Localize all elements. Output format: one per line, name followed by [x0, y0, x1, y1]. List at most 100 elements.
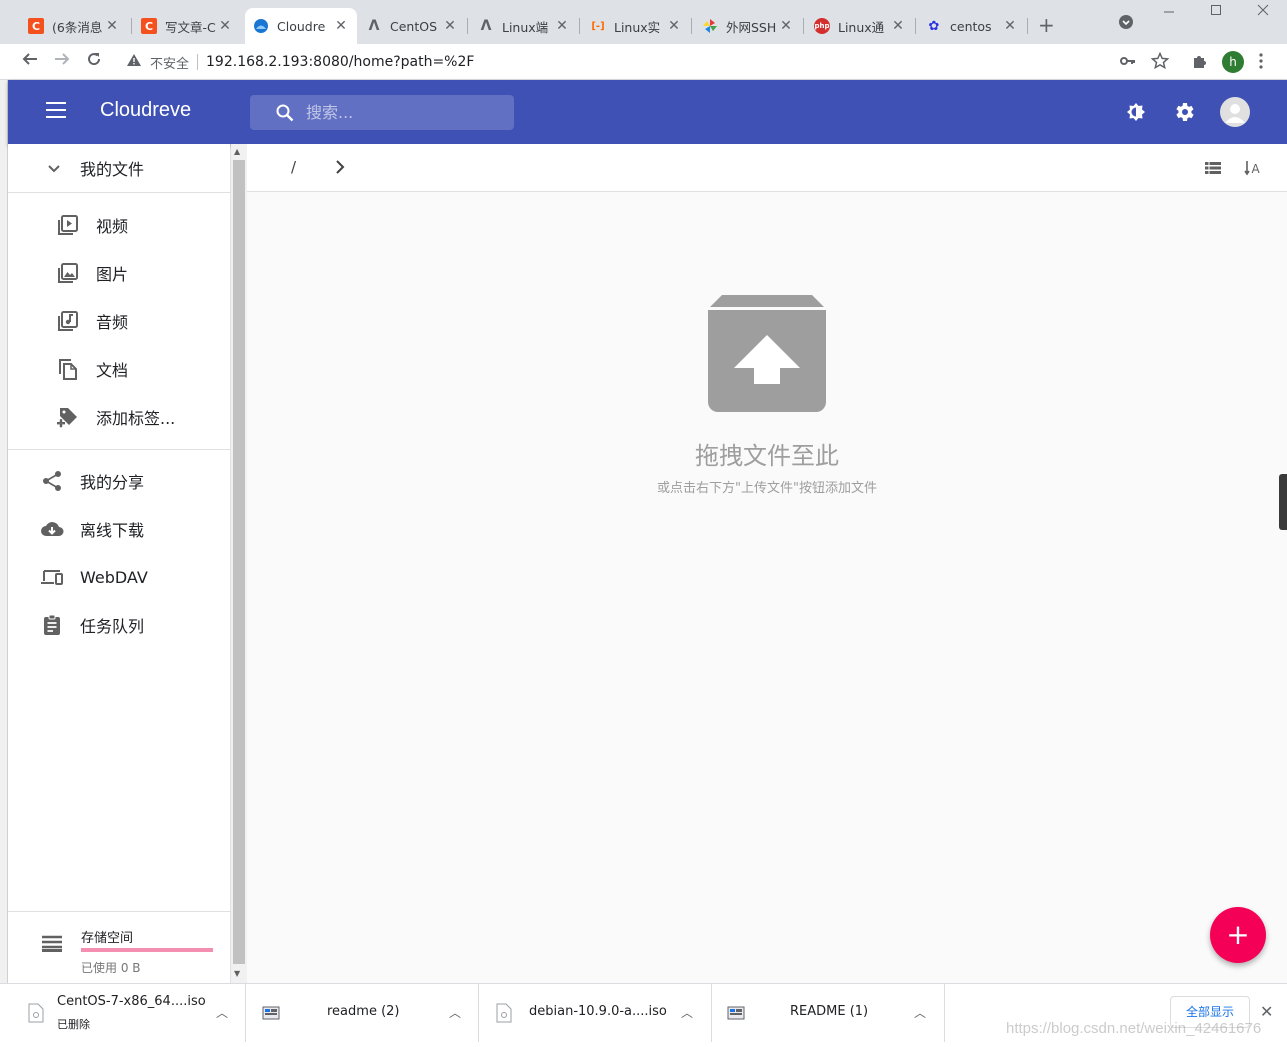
back-icon[interactable]	[18, 50, 42, 73]
user-avatar-icon[interactable]	[1220, 97, 1250, 127]
devices-icon	[41, 570, 63, 585]
app-header: Cloudreve	[8, 80, 1287, 144]
breadcrumb-root[interactable]: /	[291, 158, 296, 176]
baidu-favicon-icon: ✿	[928, 18, 940, 34]
storage-icon	[42, 935, 62, 952]
download-item[interactable]: README (1) ︿	[712, 984, 945, 1042]
sidebar-item-my-files[interactable]: 我的文件	[8, 144, 230, 192]
close-icon[interactable]: ✕	[890, 18, 906, 34]
empty-subtitle: 或点击右下方"上传文件"按钮添加文件	[657, 481, 877, 496]
watermark: https://blog.csdn.net/weixin_42461676	[1006, 1020, 1262, 1037]
photo-library-icon	[58, 263, 78, 283]
settings-gear-icon[interactable]	[1172, 100, 1196, 124]
browser-tab[interactable]: ✿ centos ✕	[918, 8, 1026, 44]
download-item[interactable]: readme (2) ︿	[246, 984, 479, 1042]
chevron-up-icon[interactable]: ︿	[914, 1004, 926, 1021]
search-box[interactable]	[250, 95, 514, 130]
bookmark-star-icon[interactable]	[1150, 51, 1170, 74]
close-icon[interactable]: ✕	[442, 18, 458, 34]
sidebar-item-my-shares[interactable]: 我的分享	[8, 457, 230, 505]
chevron-right-icon[interactable]	[333, 158, 347, 176]
sidebar-item-music[interactable]: 音频	[8, 297, 230, 345]
insecure-label[interactable]: 不安全	[150, 53, 189, 72]
tab-title: Linux端	[502, 19, 549, 35]
list-view-icon[interactable]	[1203, 158, 1223, 178]
close-icon[interactable]: ✕	[666, 18, 682, 34]
sidebar-item-label: 图片	[96, 265, 129, 284]
extensions-icon[interactable]	[1191, 52, 1209, 74]
address-bar[interactable]: 不安全 192.168.2.193:8080/home?path=%2F	[116, 48, 1180, 76]
sidebar-item-webdav[interactable]: WebDAV	[8, 553, 230, 601]
window-close-icon[interactable]	[1257, 4, 1269, 20]
theme-toggle-icon[interactable]	[1124, 100, 1148, 124]
close-icon[interactable]: ✕	[554, 18, 570, 34]
browser-tab[interactable]: ᐱ Linux端 ✕	[470, 8, 578, 44]
sidebar-item-label: 文档	[96, 361, 129, 380]
browser-tab[interactable]: [-] Linux实 ✕	[582, 8, 690, 44]
chevron-up-icon[interactable]: ︿	[216, 1004, 228, 1021]
close-icon[interactable]: ✕	[333, 18, 349, 34]
browser-menu-icon[interactable]	[1258, 52, 1264, 74]
close-icon[interactable]: ✕	[778, 18, 794, 34]
sidebar-item-label: 我的分享	[80, 473, 145, 492]
cloud-download-icon	[41, 522, 64, 536]
close-icon[interactable]: ✕	[217, 18, 233, 34]
forward-icon[interactable]	[50, 50, 74, 73]
browser-tab[interactable]: C (6条消息 ✕	[20, 8, 128, 44]
search-input[interactable]	[306, 103, 506, 122]
sidebar-item-video[interactable]: 视频	[8, 201, 230, 249]
key-icon[interactable]	[1119, 52, 1137, 74]
close-icon[interactable]: ✕	[1002, 18, 1018, 34]
tab-title: Cloudre	[277, 18, 326, 34]
scroll-up-arrow-icon[interactable]: ▲	[234, 147, 240, 156]
window-left-edge	[0, 80, 8, 983]
sidebar-item-photos[interactable]: 图片	[8, 249, 230, 297]
browser-tab[interactable]: ᐱ CentOS ✕	[358, 8, 466, 44]
app-title[interactable]: Cloudreve	[100, 99, 191, 122]
sidebar-item-label: WebDAV	[80, 567, 148, 587]
browser-tab[interactable]: C 写文章-C ✕	[133, 8, 241, 44]
tab-search-icon[interactable]	[1118, 14, 1134, 34]
sidebar-item-label: 音频	[96, 313, 129, 332]
minimize-icon[interactable]	[1163, 4, 1175, 20]
browser-tab[interactable]: 外网SSH ✕	[694, 8, 802, 44]
sidebar-item-documents[interactable]: 文档	[8, 345, 230, 393]
sidebar-item-label: 离线下载	[80, 521, 145, 540]
chevron-down-icon[interactable]	[42, 156, 66, 180]
chevron-up-icon[interactable]: ︿	[681, 1004, 693, 1021]
sidebar: 我的文件 视频 图片 音频 文档 添加标签... 我的分享 离线下载 WebDA…	[8, 144, 230, 983]
tab-title: (6条消息	[52, 19, 103, 35]
tab-title: centos	[950, 18, 992, 34]
share-icon	[43, 471, 61, 491]
file-icon	[262, 1006, 280, 1020]
add-tag-icon	[57, 408, 77, 428]
sidebar-item-add-tag[interactable]: 添加标签...	[8, 393, 230, 441]
sidebar-item-task-queue[interactable]: 任务队列	[8, 601, 230, 649]
menu-icon[interactable]	[46, 102, 66, 118]
chevron-up-icon[interactable]: ︿	[449, 1004, 461, 1021]
assignment-icon	[44, 614, 60, 635]
browser-tab-active[interactable]: Cloudre ✕	[245, 8, 357, 44]
scroll-down-arrow-icon[interactable]: ▼	[234, 969, 240, 978]
sidebar-item-label: 我的文件	[80, 160, 145, 179]
upload-fab-button[interactable]: +	[1210, 907, 1266, 963]
main-content: / A 拖拽文件至此 或点击右下方"上传文件"按钮添加文件 +	[247, 144, 1287, 983]
browser-tab-strip: C (6条消息 ✕ C 写文章-C ✕ Cloudre ✕ ᐱ CentOS ✕…	[0, 0, 1287, 44]
new-tab-button[interactable]: +	[1038, 13, 1055, 37]
browser-tab[interactable]: php Linux通 ✕	[806, 8, 914, 44]
reload-icon[interactable]	[82, 50, 106, 73]
url-text[interactable]: 192.168.2.193:8080/home?path=%2F	[206, 54, 474, 70]
warning-icon[interactable]	[126, 53, 142, 71]
sort-alpha-icon[interactable]: A	[1243, 158, 1263, 178]
maximize-icon[interactable]	[1210, 4, 1222, 20]
svg-text:A: A	[1252, 162, 1261, 176]
browser-toolbar: 不安全 192.168.2.193:8080/home?path=%2F h	[0, 44, 1287, 80]
close-icon[interactable]: ✕	[104, 18, 120, 34]
sidebar-item-offline-download[interactable]: 离线下载	[8, 505, 230, 553]
scrollbar-thumb[interactable]	[233, 160, 245, 964]
download-item[interactable]: CentOS-7-x86_64....iso 已删除 ︿	[0, 984, 246, 1042]
sidebar-scrollbar[interactable]: ▲ ▼	[231, 144, 247, 983]
download-item[interactable]: debian-10.9.0-a....iso ︿	[479, 984, 712, 1042]
close-download-bar-icon[interactable]: ✕	[1260, 1002, 1273, 1021]
profile-avatar[interactable]: h	[1222, 51, 1244, 73]
